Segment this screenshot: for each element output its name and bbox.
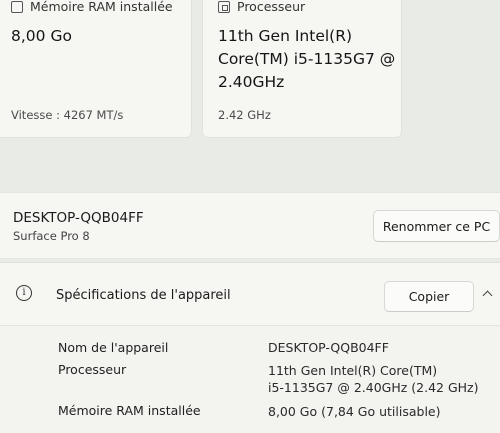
processor-value-line1: 11th Gen Intel(R) <box>218 27 353 45</box>
processor-value-line2: Core(TM) i5-1135G7 @ <box>218 50 396 68</box>
specifications-title: Spécifications de l'appareil <box>56 288 231 303</box>
memory-icon <box>11 0 23 13</box>
spec-label-device-name: Nom de l'appareil <box>58 340 169 355</box>
rename-pc-button[interactable]: Renommer ce PC <box>373 210 500 242</box>
processor-card-speed: 2.42 GHz <box>218 108 271 122</box>
info-icon: i <box>16 285 32 301</box>
ram-card-title: Mémoire RAM installée <box>30 0 173 14</box>
device-name: DESKTOP-QQB04FF <box>13 210 144 226</box>
ram-card: Mémoire RAM installée 8,00 Go Vitesse : … <box>0 0 192 138</box>
spec-value-processor-line2: i5-1135G7 @ 2.40GHz (2.42 GHz) <box>268 380 479 395</box>
copy-button[interactable]: Copier <box>384 281 474 312</box>
spec-value-processor-line1: 11th Gen Intel(R) Core(TM) <box>268 363 438 378</box>
processor-card-header: Processeur <box>218 0 305 14</box>
ram-card-speed: Vitesse : 4267 MT/s <box>11 108 124 122</box>
processor-card: Processeur 11th Gen Intel(R) Core(TM) i5… <box>202 0 402 138</box>
spec-value-device-name: DESKTOP-QQB04FF <box>268 340 389 355</box>
device-specifications-panel: i Spécifications de l'appareil Copier No… <box>0 262 500 433</box>
spec-label-processor: Processeur <box>58 362 127 377</box>
processor-value-line3: 2.40GHz <box>218 73 285 91</box>
ram-card-header: Mémoire RAM installée <box>11 0 173 14</box>
processor-card-title: Processeur <box>237 0 306 14</box>
ram-card-value: 8,00 Go <box>11 27 72 45</box>
spec-value-processor: 11th Gen Intel(R) Core(TM) i5-1135G7 @ 2… <box>268 362 479 396</box>
device-name-section: DESKTOP-QQB04FF Surface Pro 8 Renommer c… <box>0 192 500 259</box>
processor-card-value: 11th Gen Intel(R) Core(TM) i5-1135G7 @ 2… <box>218 25 395 94</box>
specifications-header[interactable]: i Spécifications de l'appareil Copier <box>0 263 500 326</box>
device-model: Surface Pro 8 <box>13 229 90 243</box>
spec-value-ram: 8,00 Go (7,84 Go utilisable) <box>268 404 441 419</box>
spec-label-ram: Mémoire RAM installée <box>58 403 201 418</box>
processor-icon <box>218 0 230 13</box>
chevron-up-icon[interactable] <box>482 290 493 301</box>
